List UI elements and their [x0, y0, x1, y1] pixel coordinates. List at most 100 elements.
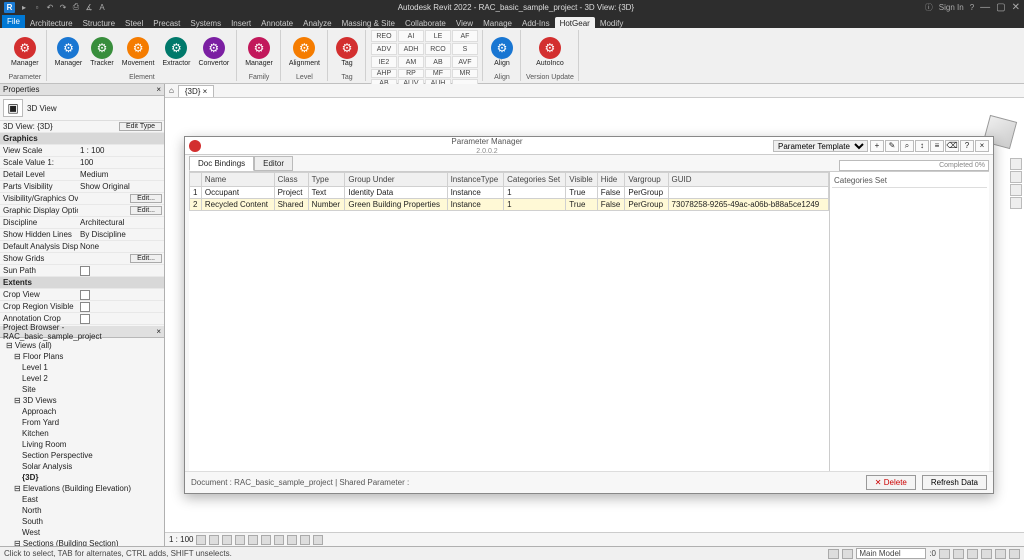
toolbox-rp[interactable]: RP [398, 69, 424, 78]
prop-row[interactable]: Visibility/Graphics OverridesEdit... [0, 193, 164, 205]
qat-undo-icon[interactable]: ↶ [45, 2, 55, 12]
col-header[interactable]: Hide [597, 173, 625, 187]
checkbox[interactable] [80, 266, 90, 276]
project-browser-close-icon[interactable]: × [156, 327, 161, 336]
nav-pan-icon[interactable] [1010, 171, 1022, 183]
toolbox-adv[interactable]: ADV [371, 43, 397, 55]
nav-wheel-icon[interactable] [1010, 158, 1022, 170]
reveal-hidden-icon[interactable] [313, 535, 323, 545]
checkbox[interactable] [80, 302, 90, 312]
qat-print-icon[interactable]: ⎙ [71, 2, 81, 12]
edit-type-button[interactable]: Edit Type [119, 122, 162, 131]
toolbox-adh[interactable]: ADH [398, 43, 424, 55]
tree-node[interactable]: ⊟ 3D Views [2, 395, 162, 406]
manager-button[interactable]: ⚙Manager [52, 36, 86, 68]
tree-node[interactable]: {3D} [2, 472, 162, 483]
toolbox-mr[interactable]: MR [452, 69, 478, 78]
col-header[interactable]: InstanceType [447, 173, 504, 187]
dlg-edit-icon[interactable]: ✎ [885, 140, 899, 152]
tab-doc-bindings[interactable]: Doc Bindings [189, 156, 254, 171]
select-face-icon[interactable] [995, 549, 1006, 559]
tab-editor[interactable]: Editor [254, 156, 293, 171]
prop-row[interactable]: Default Analysis Display StyleNone [0, 241, 164, 253]
maximize-button[interactable]: ▢ [996, 2, 1005, 13]
tracker-button[interactable]: ⚙Tracker [87, 36, 116, 68]
tree-node[interactable]: Site [2, 384, 162, 395]
filter-icon[interactable] [939, 549, 950, 559]
tree-node[interactable]: Approach [2, 406, 162, 417]
prop-row[interactable]: Show Hidden LinesBy Discipline [0, 229, 164, 241]
col-header[interactable]: Visible [566, 173, 598, 187]
select-pinned-icon[interactable] [981, 549, 992, 559]
parameter-grid[interactable]: NameClassTypeGroup UnderInstanceTypeCate… [189, 172, 829, 471]
select-underlay-icon[interactable] [967, 549, 978, 559]
info-icon[interactable]: ⓘ [925, 2, 933, 13]
toolbox-ai[interactable]: AI [398, 30, 424, 42]
col-header[interactable]: Type [308, 173, 345, 187]
template-combo[interactable]: Parameter Template [773, 140, 868, 152]
view-scale-label[interactable]: 1 : 100 [169, 535, 193, 544]
help-icon[interactable]: ? [970, 3, 974, 12]
properties-close-icon[interactable]: × [156, 85, 161, 94]
checkbox[interactable] [80, 290, 90, 300]
qat-redo-icon[interactable]: ↷ [58, 2, 68, 12]
prop-row[interactable]: Crop View [0, 289, 164, 301]
dlg-menu-icon[interactable]: ≡ [930, 140, 944, 152]
view-tab-close-icon[interactable]: × [203, 87, 208, 96]
tree-node[interactable]: Level 2 [2, 373, 162, 384]
shadows-icon[interactable] [235, 535, 245, 545]
qat-open-icon[interactable]: ▸ [19, 2, 29, 12]
prop-row[interactable]: DisciplineArchitectural [0, 217, 164, 229]
col-header[interactable]: Group Under [345, 173, 447, 187]
signin-link[interactable]: Sign In [939, 3, 964, 12]
prop-row[interactable]: Crop Region Visible [0, 301, 164, 313]
rendering-icon[interactable] [248, 535, 258, 545]
prop-row[interactable]: Parts VisibilityShow Original [0, 181, 164, 193]
qat-measure-icon[interactable]: ∡ [84, 2, 94, 12]
col-header[interactable]: Vargroup [625, 173, 668, 187]
tree-node[interactable]: West [2, 527, 162, 538]
visual-style-icon[interactable] [209, 535, 219, 545]
toolbox-le[interactable]: LE [425, 30, 451, 42]
autoinco-button[interactable]: ⚙AutoInco [533, 36, 567, 68]
table-row[interactable]: 1OccupantProjectTextIdentity DataInstanc… [190, 187, 829, 199]
prop-row[interactable]: Graphic Display OptionsEdit... [0, 205, 164, 217]
col-header[interactable]: Categories Set [504, 173, 566, 187]
dlg-sort-icon[interactable]: ↕ [915, 140, 929, 152]
tree-node[interactable]: Living Room [2, 439, 162, 450]
qat-tag-icon[interactable]: A [97, 2, 107, 12]
prop-row[interactable]: Scale Value 1:100 [0, 157, 164, 169]
detail-level-icon[interactable] [196, 535, 206, 545]
toolbox-ahp[interactable]: AHP [371, 69, 397, 78]
tree-node[interactable]: From Yard [2, 417, 162, 428]
col-header[interactable]: Name [201, 173, 274, 187]
toolbox-s[interactable]: S [452, 43, 478, 55]
tree-node[interactable]: ⊟ Views (all) [2, 340, 162, 351]
temp-hide-icon[interactable] [300, 535, 310, 545]
toolbox-avf[interactable]: AVF [452, 56, 478, 68]
prop-row[interactable]: View Scale1 : 100 [0, 145, 164, 157]
tag-button[interactable]: ⚙Tag [333, 36, 361, 68]
tree-node[interactable]: ⊟ Sections (Building Section) [2, 538, 162, 546]
nav-orbit-icon[interactable] [1010, 197, 1022, 209]
close-button[interactable]: ✕ [1012, 2, 1020, 13]
nav-zoom-icon[interactable] [1010, 184, 1022, 196]
dlg-close-icon[interactable]: × [975, 140, 989, 152]
drag-elements-icon[interactable] [1009, 549, 1020, 559]
tree-node[interactable]: ⊟ Floor Plans [2, 351, 162, 362]
lock-3d-icon[interactable] [287, 535, 297, 545]
workset-icon[interactable] [828, 549, 839, 559]
refresh-data-button[interactable]: Refresh Data [922, 475, 987, 490]
toolbox-af[interactable]: AF [452, 30, 478, 42]
dlg-clear-icon[interactable]: ⌫ [945, 140, 959, 152]
tab-file[interactable]: File [2, 15, 25, 28]
select-links-icon[interactable] [953, 549, 964, 559]
delete-button[interactable]: ✕ Delete [866, 475, 916, 490]
toolbox-am[interactable]: AM [398, 56, 424, 68]
alignment-button[interactable]: ⚙Alignment [286, 36, 323, 68]
view-tab-3d[interactable]: {3D} × [178, 85, 214, 97]
design-options-icon[interactable] [842, 549, 853, 559]
sun-path-icon[interactable] [222, 535, 232, 545]
edit-button[interactable]: Edit... [130, 254, 162, 263]
tree-node[interactable]: Solar Analysis [2, 461, 162, 472]
